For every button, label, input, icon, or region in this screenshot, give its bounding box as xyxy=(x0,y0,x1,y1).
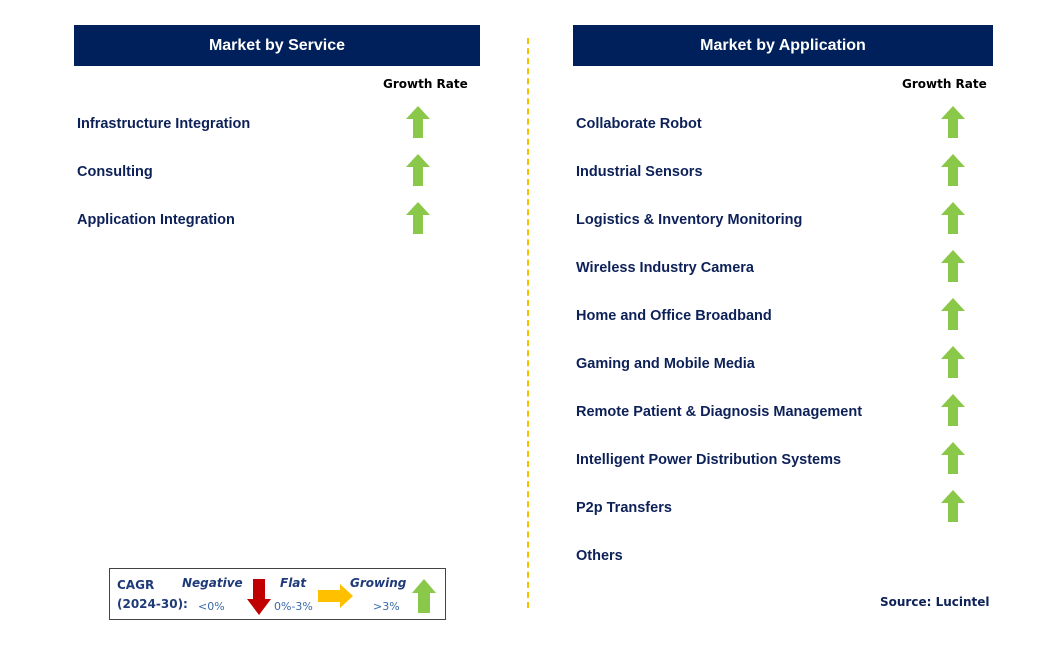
list-item: Consulting xyxy=(77,164,153,180)
list-item: Infrastructure Integration xyxy=(77,116,251,132)
list-item: Industrial Sensors xyxy=(576,164,703,180)
list-item: Wireless Industry Camera xyxy=(576,260,754,276)
growth-up-arrow-icon xyxy=(941,346,965,378)
list-item: Application Integration xyxy=(77,212,235,228)
list-item: Intelligent Power Distribution Systems xyxy=(576,452,842,468)
list-item: Remote Patient & Diagnosis Management xyxy=(576,404,863,420)
legend-flat-label: Flat xyxy=(280,576,307,590)
growth-up-arrow-icon xyxy=(941,490,965,522)
list-item: Collaborate Robot xyxy=(576,116,702,132)
growth-up-arrow-icon xyxy=(941,106,965,138)
legend-flat-range: 0%-3% xyxy=(274,600,313,613)
list-item: Home and Office Broadband xyxy=(576,308,772,324)
up-arrow-icon xyxy=(412,579,436,613)
list-item: P2p Transfers xyxy=(576,500,672,516)
cagr-legend: CAGR (2024-30): Negative <0% Flat 0%-3% … xyxy=(109,568,446,620)
legend-growing-range: >3% xyxy=(373,600,400,613)
growth-up-arrow-icon xyxy=(406,202,430,234)
panel-divider xyxy=(527,38,529,608)
header-title: Market by Service xyxy=(208,36,346,54)
down-arrow-icon xyxy=(247,579,271,615)
legend-growing-label: Growing xyxy=(350,576,407,590)
growth-up-arrow-icon xyxy=(941,202,965,234)
market-by-service-header: Market by Service xyxy=(74,25,480,66)
legend-title-period: (2024-30): xyxy=(117,597,188,611)
growth-up-arrow-icon xyxy=(406,106,430,138)
source-label: Source: Lucintel xyxy=(880,595,990,609)
growth-up-arrow-icon xyxy=(941,442,965,474)
list-item: Gaming and Mobile Media xyxy=(576,356,755,372)
growth-up-arrow-icon xyxy=(941,250,965,282)
right-arrow-icon xyxy=(318,584,353,608)
legend-negative-range: <0% xyxy=(198,600,225,613)
growth-up-arrow-icon xyxy=(941,298,965,330)
header-title: Market by Application xyxy=(700,36,866,54)
list-item: Others xyxy=(576,548,623,564)
legend-title-cagr: CAGR xyxy=(117,578,155,592)
growth-rate-label-left: Growth Rate xyxy=(383,77,468,91)
legend-negative-label: Negative xyxy=(182,576,243,590)
growth-up-arrow-icon xyxy=(941,394,965,426)
list-item: Logistics & Inventory Monitoring xyxy=(576,212,803,228)
market-by-application-header: Market by Application xyxy=(573,25,993,66)
growth-up-arrow-icon xyxy=(406,154,430,186)
growth-up-arrow-icon xyxy=(941,154,965,186)
growth-rate-label-right: Growth Rate xyxy=(902,77,987,91)
